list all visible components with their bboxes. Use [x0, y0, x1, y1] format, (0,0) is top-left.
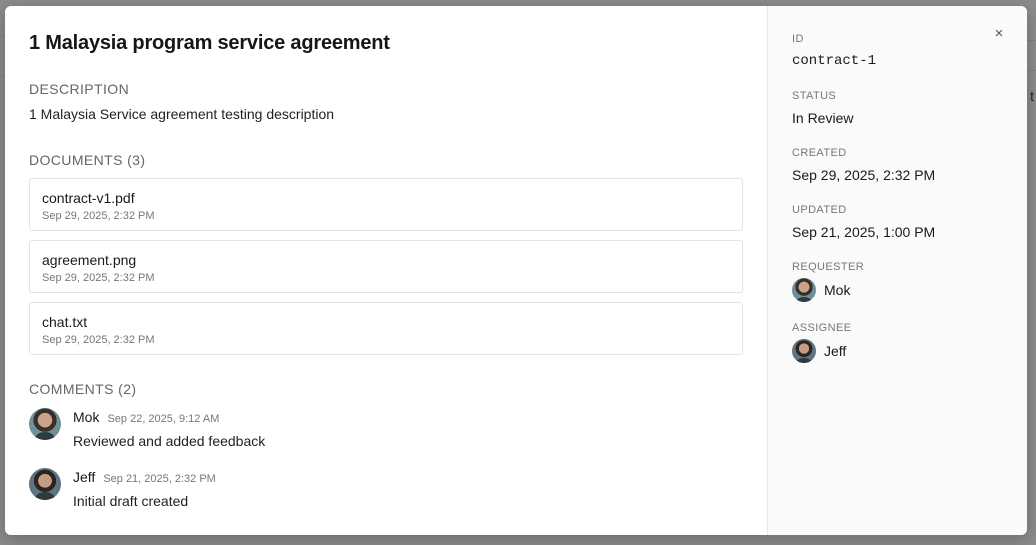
id-field: ID contract-1: [792, 32, 1003, 70]
description-label: DESCRIPTION: [29, 81, 130, 97]
updated-label: UPDATED: [792, 204, 847, 216]
avatar: [29, 468, 61, 500]
comment-item: Mok Sep 22, 2025, 9:12 AM Reviewed and a…: [29, 408, 743, 450]
avatar: [29, 408, 61, 440]
comment-time: Sep 22, 2025, 9:12 AM: [107, 413, 220, 425]
document-date: Sep 29, 2025, 2:32 PM: [42, 334, 155, 346]
requester-field: REQUESTER Mok: [792, 260, 1003, 302]
id-value: contract-1: [792, 53, 877, 69]
status-label: STATUS: [792, 90, 837, 102]
contract-details-sidebar: × ID contract-1 STATUS In Review CREATED…: [767, 6, 1027, 535]
assignee-field: ASSIGNEE Jeff: [792, 321, 1003, 363]
comment-text: Reviewed and added feedback: [73, 433, 266, 449]
updated-value: Sep 21, 2025, 1:00 PM: [792, 224, 936, 240]
requester-name: Mok: [824, 282, 851, 298]
assignee-label: ASSIGNEE: [792, 322, 852, 334]
document-name: agreement.png: [42, 252, 137, 268]
document-date: Sep 29, 2025, 2:32 PM: [42, 272, 155, 284]
document-date: Sep 29, 2025, 2:32 PM: [42, 210, 155, 222]
comment-item: Jeff Sep 21, 2025, 2:32 PM Initial draft…: [29, 468, 743, 510]
assignee-name: Jeff: [824, 343, 847, 359]
documents-list: contract-v1.pdf Sep 29, 2025, 2:32 PM ag…: [29, 178, 743, 355]
requester-label: REQUESTER: [792, 261, 865, 273]
contract-main-panel: 1 Malaysia program service agreement DES…: [5, 6, 767, 535]
created-field: CREATED Sep 29, 2025, 2:32 PM: [792, 146, 1003, 184]
id-label: ID: [792, 33, 804, 45]
document-item[interactable]: contract-v1.pdf Sep 29, 2025, 2:32 PM: [29, 178, 743, 231]
document-item[interactable]: chat.txt Sep 29, 2025, 2:32 PM: [29, 302, 743, 355]
comment-time: Sep 21, 2025, 2:32 PM: [103, 473, 216, 485]
comment-author: Jeff: [73, 469, 96, 485]
backdrop-text: t: [1030, 88, 1034, 104]
document-name: chat.txt: [42, 314, 88, 330]
status-field: STATUS In Review: [792, 89, 1003, 127]
comments-label: COMMENTS (2): [29, 381, 137, 397]
comment-author: Mok: [73, 409, 100, 425]
close-icon[interactable]: ×: [991, 26, 1007, 42]
comment-text: Initial draft created: [73, 493, 189, 509]
description-text: 1 Malaysia Service agreement testing des…: [29, 106, 335, 122]
updated-field: UPDATED Sep 21, 2025, 1:00 PM: [792, 203, 1003, 241]
contract-title: 1 Malaysia program service agreement: [29, 32, 390, 54]
avatar: [792, 339, 816, 363]
created-label: CREATED: [792, 147, 847, 159]
contract-detail-modal: 1 Malaysia program service agreement DES…: [5, 6, 1027, 535]
document-item[interactable]: agreement.png Sep 29, 2025, 2:32 PM: [29, 240, 743, 293]
documents-label: DOCUMENTS (3): [29, 152, 146, 168]
document-name: contract-v1.pdf: [42, 190, 135, 206]
created-value: Sep 29, 2025, 2:32 PM: [792, 167, 936, 183]
status-value: In Review: [792, 110, 854, 126]
avatar: [792, 278, 816, 302]
